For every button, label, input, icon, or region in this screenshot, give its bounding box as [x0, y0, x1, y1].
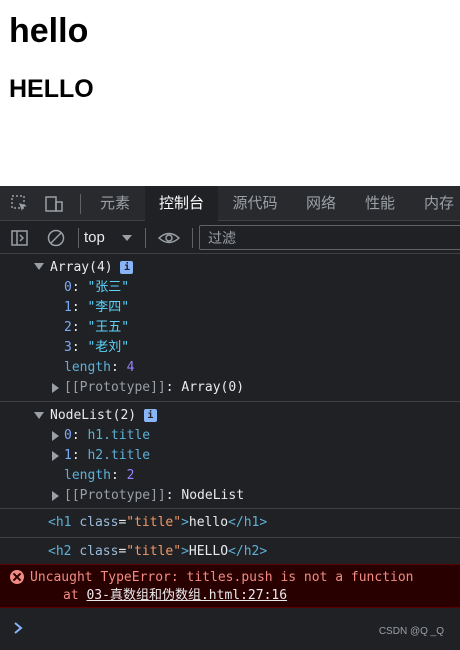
console-messages: Array(4) i 0: "张三" 1: "李四" 2: "王五" 3: "老… — [0, 255, 460, 650]
prototype-key: [[Prototype]] — [64, 488, 166, 503]
info-icon: i — [143, 409, 157, 422]
element-log-h2[interactable]: <h2 class="title">HELLO</h2> — [48, 542, 267, 562]
devtools-panel: 元素 控制台 源代码 网络 性能 内存 top Array(4) i 0: "张… — [0, 186, 460, 650]
watermark: CSDN @Q _Q — [378, 626, 444, 637]
array-summary-label: Array(4) — [50, 260, 113, 275]
prototype-value: NodeList — [181, 488, 245, 503]
expand-triangle-icon[interactable] — [52, 451, 59, 461]
tab-performance[interactable]: 性能 — [353, 186, 407, 221]
error-source-link[interactable]: 03-真数组和伪数组.html:27:16 — [86, 588, 287, 603]
array-length: length: 4 — [64, 360, 135, 375]
devtools-tabbar: 元素 控制台 源代码 网络 性能 内存 — [0, 186, 460, 221]
heading-h2: HELLO — [9, 75, 94, 103]
rendered-page: hello HELLO — [0, 0, 460, 186]
info-icon: i — [120, 261, 134, 274]
array-item-value: "李四" — [87, 300, 130, 315]
error-text: Uncaught TypeError: titles.push is not a… — [30, 570, 414, 585]
error-at-label: at — [63, 588, 79, 603]
array-item-key: 3 — [64, 340, 72, 355]
toolbar-divider — [192, 228, 193, 248]
prototype-value: Array(0) — [181, 380, 245, 395]
array-item-value: "张三" — [87, 280, 130, 295]
array-item-value: "老刘" — [87, 340, 130, 355]
entry-divider — [0, 508, 460, 509]
length-value: 4 — [126, 360, 135, 375]
expand-triangle-icon[interactable] — [52, 491, 59, 501]
array-item: 3: "老刘" — [64, 340, 130, 355]
length-key: length — [64, 468, 111, 483]
array-item: 2: "王五" — [64, 320, 130, 335]
tab-console[interactable]: 控制台 — [145, 186, 218, 221]
inspect-element-icon[interactable] — [10, 194, 30, 214]
entry-divider — [0, 537, 460, 538]
toolbar-divider — [78, 228, 79, 248]
nodelist-summary[interactable]: NodeList(2) i — [50, 406, 157, 426]
array-item: 1: "李四" — [64, 300, 130, 315]
entry-divider — [0, 401, 460, 402]
length-key: length — [64, 360, 111, 375]
nodelist-item[interactable]: 0: h1.title — [64, 426, 150, 446]
expand-triangle-icon[interactable] — [52, 431, 59, 441]
collapse-triangle-icon[interactable] — [34, 263, 44, 270]
collapse-triangle-icon[interactable] — [34, 412, 44, 419]
heading-h1: hello — [9, 12, 89, 50]
array-item: 0: "张三" — [64, 280, 130, 295]
clear-console-icon[interactable] — [46, 228, 66, 248]
chevron-down-icon[interactable] — [122, 235, 132, 241]
length-value: 2 — [126, 468, 135, 483]
context-selector[interactable]: top — [84, 227, 105, 249]
nodelist-item-key: 0 — [64, 428, 72, 443]
array-item-key: 2 — [64, 320, 72, 335]
tab-memory[interactable]: 内存 — [413, 186, 460, 221]
array-item-key: 0 — [64, 280, 72, 295]
nodelist-length: length: 2 — [64, 468, 135, 483]
tab-sources[interactable]: 源代码 — [222, 186, 288, 221]
device-toolbar-icon[interactable] — [44, 194, 64, 214]
filter-input[interactable] — [199, 225, 460, 250]
nodelist-summary-label: NodeList(2) — [50, 408, 137, 423]
sidebar-toggle-icon[interactable] — [10, 228, 30, 248]
array-item-value: "王五" — [87, 320, 130, 335]
error-icon — [10, 570, 24, 584]
nodelist-prototype[interactable]: [[Prototype]]: NodeList — [64, 486, 244, 506]
array-prototype[interactable]: [[Prototype]]: Array(0) — [64, 378, 244, 398]
nodelist-item-key: 1 — [64, 448, 72, 463]
console-toolbar: top — [0, 221, 460, 254]
toolbar-divider — [80, 194, 81, 214]
prototype-key: [[Prototype]] — [64, 380, 166, 395]
live-expression-eye-icon[interactable] — [157, 228, 181, 248]
nodelist-item-value: h1.title — [87, 428, 151, 443]
error-message: Uncaught TypeError: titles.push is not a… — [0, 564, 460, 608]
array-item-key: 1 — [64, 300, 72, 315]
nodelist-item[interactable]: 1: h2.title — [64, 446, 150, 466]
element-log-h1[interactable]: <h1 class="title">hello</h1> — [48, 513, 267, 533]
expand-triangle-icon[interactable] — [52, 383, 59, 393]
toolbar-divider — [145, 228, 146, 248]
console-prompt-chevron-icon[interactable] — [12, 621, 24, 635]
array-summary[interactable]: Array(4) i — [50, 258, 134, 278]
nodelist-item-value: h2.title — [87, 448, 151, 463]
tab-network[interactable]: 网络 — [295, 186, 347, 221]
error-location-line: at 03-真数组和伪数组.html:27:16 — [63, 586, 287, 606]
tab-elements[interactable]: 元素 — [88, 186, 142, 221]
